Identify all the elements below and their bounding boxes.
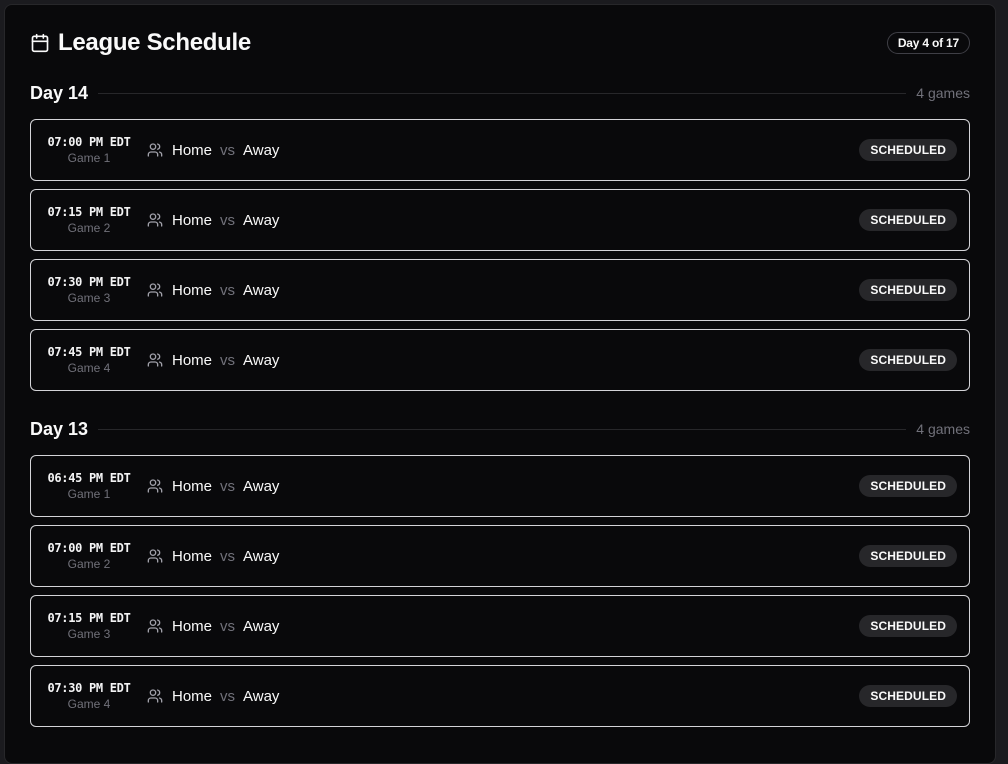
- status-badge: SCHEDULED: [859, 475, 957, 497]
- calendar-icon: [30, 33, 50, 53]
- versus-label: vs: [220, 281, 236, 299]
- status-badge: SCHEDULED: [859, 615, 957, 637]
- game-card[interactable]: 07:45 PM EDT Game 4 Home vs Away SCHEDUL…: [30, 329, 970, 391]
- schedule-panel: League Schedule Day 4 of 17 Day 14 4 game…: [4, 4, 996, 764]
- home-team: Home: [172, 687, 213, 705]
- matchup: Home vs Away: [147, 142, 859, 159]
- users-icon: [147, 282, 163, 298]
- game-time: 06:45 PM EDT: [47, 470, 131, 485]
- game-card[interactable]: 07:15 PM EDT Game 3 Home vs Away SCHEDUL…: [30, 595, 970, 657]
- matchup: Home vs Away: [147, 282, 859, 299]
- game-time-column: 07:30 PM EDT Game 4: [42, 681, 136, 712]
- day-section: Day 13 4 games 06:45 PM EDT Game 1 Home v…: [30, 417, 970, 735]
- matchup: Home vs Away: [147, 688, 859, 705]
- matchup: Home vs Away: [147, 478, 859, 495]
- matchup: Home vs Away: [147, 618, 859, 635]
- home-team: Home: [172, 141, 213, 159]
- schedule-header: League Schedule Day 4 of 17: [30, 27, 970, 59]
- game-number: Game 3: [67, 291, 111, 305]
- versus-label: vs: [220, 477, 236, 495]
- game-time: 07:15 PM EDT: [47, 204, 131, 219]
- users-icon: [147, 688, 163, 704]
- game-time-column: 07:15 PM EDT Game 2: [42, 205, 136, 236]
- away-team: Away: [243, 617, 280, 635]
- game-card[interactable]: 06:45 PM EDT Game 1 Home vs Away SCHEDUL…: [30, 455, 970, 517]
- game-number: Game 4: [67, 697, 111, 711]
- versus-label: vs: [220, 617, 236, 635]
- game-number: Game 2: [67, 557, 111, 571]
- away-team: Away: [243, 687, 280, 705]
- status-badge: SCHEDULED: [859, 209, 957, 231]
- game-number: Game 4: [67, 361, 111, 375]
- users-icon: [147, 142, 163, 158]
- game-count: 4 games: [916, 421, 970, 437]
- game-card[interactable]: 07:30 PM EDT Game 3 Home vs Away SCHEDUL…: [30, 259, 970, 321]
- matchup: Home vs Away: [147, 548, 859, 565]
- game-time-column: 07:15 PM EDT Game 3: [42, 611, 136, 642]
- away-team: Away: [243, 351, 280, 369]
- game-number: Game 1: [67, 151, 111, 165]
- users-icon: [147, 352, 163, 368]
- home-team: Home: [172, 547, 213, 565]
- status-badge: SCHEDULED: [859, 545, 957, 567]
- game-number: Game 1: [67, 487, 111, 501]
- status-badge: SCHEDULED: [859, 685, 957, 707]
- versus-label: vs: [220, 547, 236, 565]
- game-card[interactable]: 07:15 PM EDT Game 2 Home vs Away SCHEDUL…: [30, 189, 970, 251]
- game-time: 07:45 PM EDT: [47, 344, 131, 359]
- game-time-column: 07:00 PM EDT Game 2: [42, 541, 136, 572]
- status-badge: SCHEDULED: [859, 349, 957, 371]
- home-team: Home: [172, 477, 213, 495]
- day-section: Day 14 4 games 07:00 PM EDT Game 1 Home v…: [30, 81, 970, 399]
- users-icon: [147, 548, 163, 564]
- game-number: Game 3: [67, 627, 111, 641]
- versus-label: vs: [220, 351, 236, 369]
- users-icon: [147, 618, 163, 634]
- game-time: 07:00 PM EDT: [47, 134, 131, 149]
- game-time: 07:30 PM EDT: [47, 274, 131, 289]
- away-team: Away: [243, 477, 280, 495]
- users-icon: [147, 212, 163, 228]
- day-section-header: Day 13 4 games: [30, 417, 970, 441]
- game-time: 07:00 PM EDT: [47, 540, 131, 555]
- game-time: 07:30 PM EDT: [47, 680, 131, 695]
- game-card[interactable]: 07:00 PM EDT Game 2 Home vs Away SCHEDUL…: [30, 525, 970, 587]
- home-team: Home: [172, 281, 213, 299]
- game-count: 4 games: [916, 85, 970, 101]
- day-progress-badge: Day 4 of 17: [886, 32, 970, 54]
- versus-label: vs: [220, 687, 236, 705]
- day-label: Day 13: [30, 418, 89, 439]
- game-time: 07:15 PM EDT: [47, 610, 131, 625]
- versus-label: vs: [220, 211, 236, 229]
- home-team: Home: [172, 211, 213, 229]
- users-icon: [147, 478, 163, 494]
- divider: [98, 428, 907, 430]
- game-time-column: 07:00 PM EDT Game 1: [42, 135, 136, 166]
- home-team: Home: [172, 351, 213, 369]
- page-title: League Schedule: [58, 29, 251, 56]
- away-team: Away: [243, 281, 280, 299]
- away-team: Away: [243, 211, 280, 229]
- day-section-header: Day 14 4 games: [30, 81, 970, 105]
- away-team: Away: [243, 141, 280, 159]
- home-team: Home: [172, 617, 213, 635]
- matchup: Home vs Away: [147, 352, 859, 369]
- game-time-column: 07:45 PM EDT Game 4: [42, 345, 136, 376]
- day-label: Day 14: [30, 82, 89, 103]
- matchup: Home vs Away: [147, 212, 859, 229]
- game-time-column: 06:45 PM EDT Game 1: [42, 471, 136, 502]
- status-badge: SCHEDULED: [859, 139, 957, 161]
- game-time-column: 07:30 PM EDT Game 3: [42, 275, 136, 306]
- away-team: Away: [243, 547, 280, 565]
- game-card[interactable]: 07:30 PM EDT Game 4 Home vs Away SCHEDUL…: [30, 665, 970, 727]
- status-badge: SCHEDULED: [859, 279, 957, 301]
- versus-label: vs: [220, 141, 236, 159]
- divider: [98, 92, 907, 94]
- game-card[interactable]: 07:00 PM EDT Game 1 Home vs Away SCHEDUL…: [30, 119, 970, 181]
- title-wrap: League Schedule: [30, 29, 251, 57]
- game-number: Game 2: [67, 221, 111, 235]
